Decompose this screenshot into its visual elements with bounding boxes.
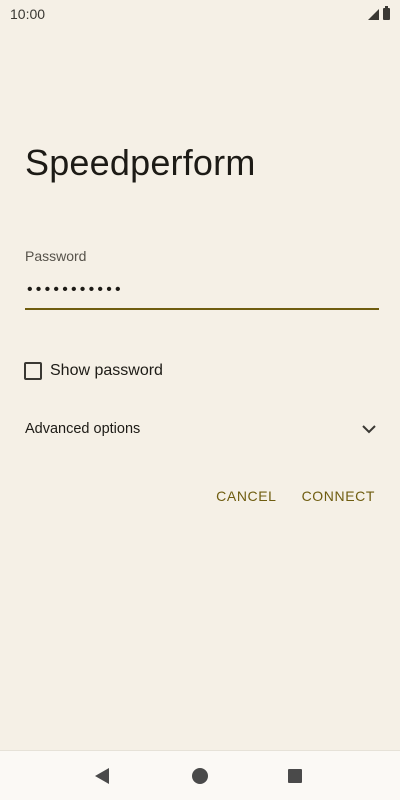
password-value: ••••••••••• [27,281,124,298]
navigation-bar [0,750,400,800]
password-input[interactable]: ••••••••••• [25,270,379,310]
signal-icon [368,8,379,20]
show-password-checkbox[interactable] [24,362,42,380]
show-password-label: Show password [50,362,163,379]
advanced-options-row[interactable]: Advanced options [25,414,379,444]
advanced-options-label: Advanced options [25,421,141,437]
back-icon[interactable] [95,768,109,784]
home-icon[interactable] [192,768,208,784]
recent-apps-icon[interactable] [288,769,302,783]
show-password-toggle[interactable]: Show password [24,358,163,384]
battery-icon [383,6,390,20]
status-bar: 10:00 [0,0,400,28]
chevron-down-icon[interactable] [361,421,377,437]
password-label: Password [25,248,87,264]
status-icons [368,6,390,20]
dialog-actions: CANCEL CONNECT [216,484,375,508]
connect-button[interactable]: CONNECT [302,488,375,504]
network-title: Speedperform [25,142,256,183]
status-time: 10:00 [10,6,46,22]
cancel-button[interactable]: CANCEL [216,488,276,504]
